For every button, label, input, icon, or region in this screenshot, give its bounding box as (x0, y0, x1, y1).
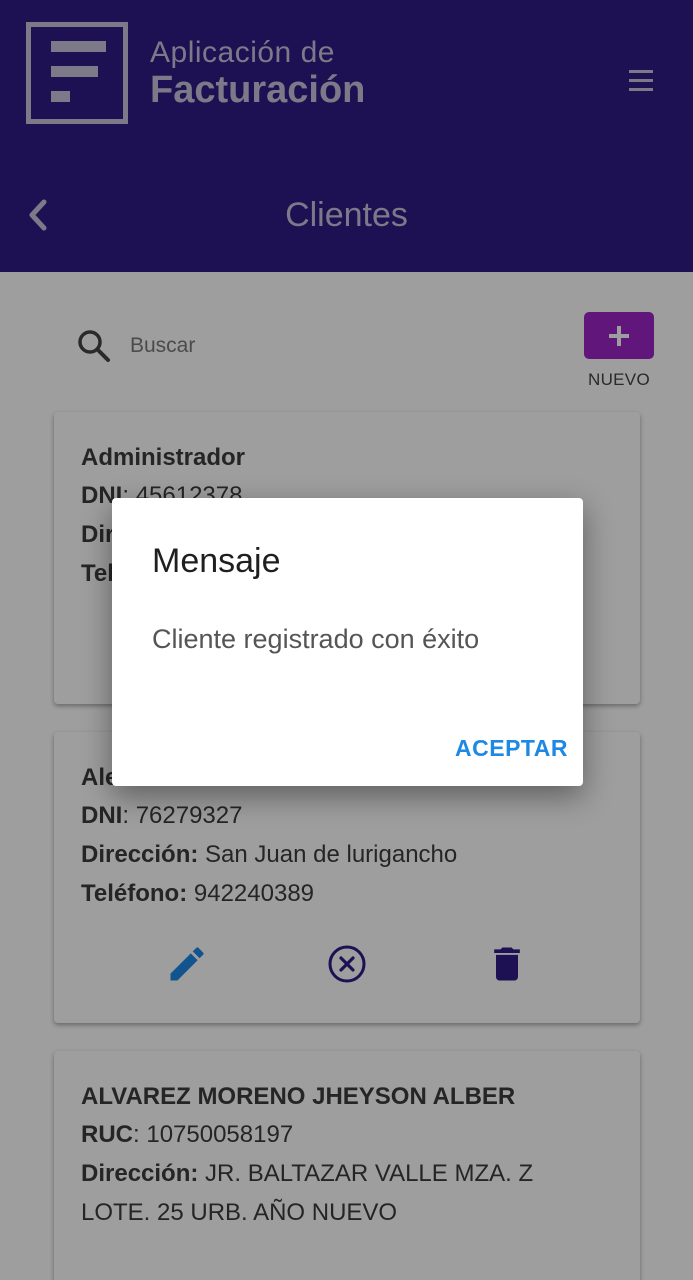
accept-button[interactable]: ACEPTAR (428, 730, 568, 766)
dialog-message: Cliente registrado con éxito (152, 624, 480, 654)
dialog-title: Mensaje (152, 542, 281, 580)
message-dialog: Mensaje Cliente registrado con éxito ACE… (112, 498, 583, 786)
